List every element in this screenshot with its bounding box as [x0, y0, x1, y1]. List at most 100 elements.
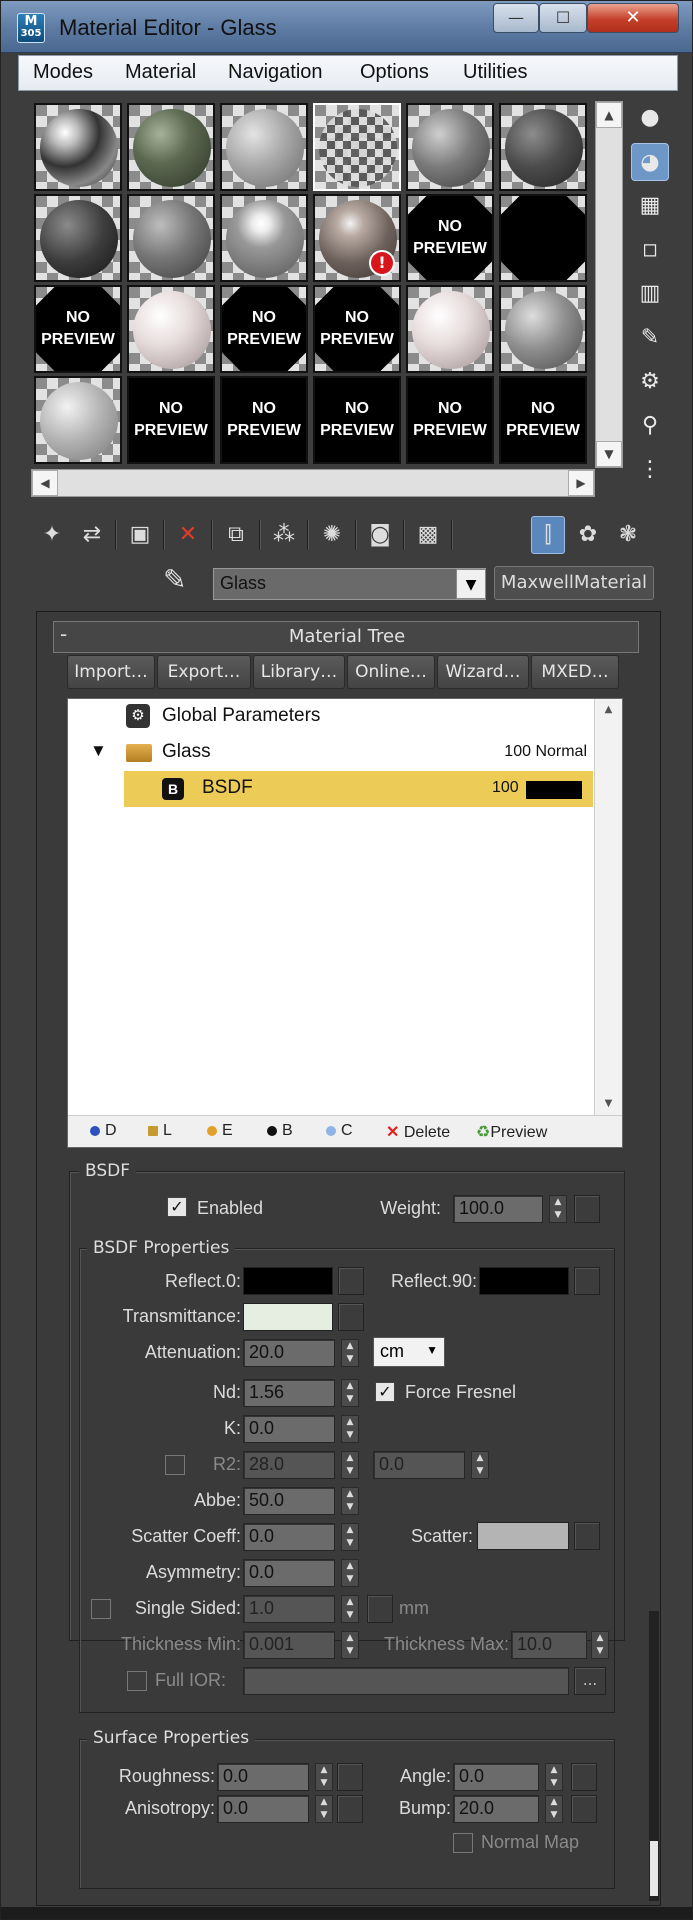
full-ior-path-field[interactable] — [243, 1667, 569, 1695]
minimize-button[interactable]: — — [493, 3, 539, 33]
roughness-spinner[interactable]: ▲ ▼ — [315, 1763, 333, 1791]
expand-triangle-icon[interactable]: ▼ — [90, 741, 107, 761]
sample-slot[interactable] — [34, 376, 122, 464]
thickness-max-spinner[interactable]: ▲ ▼ — [591, 1631, 609, 1659]
sample-slot[interactable] — [220, 103, 308, 191]
make-unique-icon[interactable]: ⧉ — [219, 516, 253, 554]
weight-map-button[interactable] — [574, 1195, 600, 1223]
scrollbar-thumb[interactable] — [650, 1841, 658, 1896]
k-field[interactable]: 0.0 — [243, 1415, 335, 1443]
sample-slot[interactable] — [127, 194, 215, 282]
abbe-field[interactable]: 50.0 — [243, 1487, 335, 1515]
scroll-right-arrow-icon[interactable]: ▶ — [568, 470, 594, 496]
single-sided-checkbox[interactable] — [91, 1599, 111, 1619]
chevron-down-icon[interactable]: ▼ — [456, 569, 486, 599]
r2-spinner-b[interactable]: ▲ ▼ — [471, 1451, 489, 1479]
add-b-button[interactable]: B — [267, 1122, 293, 1140]
scatter-swatch[interactable] — [477, 1522, 569, 1550]
title-bar[interactable]: M 305 Material Editor - Glass — ☐ ✕ — [1, 1, 692, 53]
make-preview-icon[interactable]: ✎ — [631, 319, 669, 357]
sample-uv-tiling-icon[interactable]: ◽ — [631, 231, 669, 269]
add-c-button[interactable]: C — [326, 1122, 353, 1140]
sample-slot[interactable] — [34, 103, 122, 191]
eyedropper-icon[interactable]: ✎ — [163, 563, 186, 596]
scatter-coeff-spinner[interactable]: ▲ ▼ — [341, 1523, 359, 1551]
sample-slot[interactable] — [127, 285, 215, 373]
nd-field[interactable]: 1.56 — [243, 1379, 335, 1407]
anisotropy-spinner[interactable]: ▲ ▼ — [315, 1795, 333, 1823]
unit-dropdown[interactable]: cm ▼ — [373, 1337, 445, 1367]
menu-navigation[interactable]: Navigation — [228, 61, 323, 84]
show-shaded-map-icon[interactable]: ◙ — [363, 516, 397, 554]
sample-slot[interactable] — [499, 194, 587, 282]
delete-button[interactable]: ✕ Delete — [386, 1122, 450, 1142]
select-by-material-icon[interactable]: ⚲ — [631, 407, 669, 445]
normal-map-checkbox[interactable] — [453, 1833, 473, 1853]
material-map-navigator-icon[interactable]: ⋮ — [631, 451, 669, 489]
maximize-button[interactable]: ☐ — [539, 3, 587, 33]
sample-slot[interactable] — [34, 194, 122, 282]
menu-options[interactable]: Options — [360, 61, 429, 84]
sample-type-sphere-icon[interactable]: ● — [631, 99, 669, 137]
go-to-parent-icon[interactable]: ⫿ — [531, 516, 565, 554]
bump-spinner[interactable]: ▲ ▼ — [545, 1795, 563, 1823]
tree-vertical-scrollbar[interactable]: ▲ ▼ — [594, 699, 622, 1115]
go-forward-sibling-icon[interactable]: ✿ — [571, 516, 605, 554]
material-id-channel-icon[interactable]: ✺ — [315, 516, 349, 554]
browse-ior-button[interactable]: ... — [574, 1667, 606, 1695]
attenuation-field[interactable]: 20.0 — [243, 1339, 335, 1367]
scroll-up-arrow-icon[interactable]: ▲ — [595, 699, 622, 721]
roughness-map-button[interactable] — [337, 1763, 363, 1791]
material-name-field[interactable]: Glass — [213, 568, 486, 600]
tree-row-glass[interactable]: ▼ Glass 100 Normal — [68, 735, 593, 771]
put-to-scene-icon[interactable]: ⇄ — [75, 516, 109, 554]
angle-map-button[interactable] — [571, 1763, 597, 1791]
sample-slot[interactable]: NO PREVIEW — [313, 376, 401, 464]
roughness-field[interactable]: 0.0 — [217, 1763, 309, 1791]
weight-spinner[interactable]: ▲ ▼ — [549, 1195, 567, 1223]
tree-row-global-parameters[interactable]: ⚙ Global Parameters — [68, 699, 593, 735]
full-ior-checkbox[interactable] — [127, 1671, 147, 1691]
mxed-button[interactable]: MXED… — [531, 655, 619, 689]
library-button[interactable]: Library… — [253, 655, 345, 689]
export-button[interactable]: Export… — [157, 655, 251, 689]
transmittance-map-button[interactable] — [338, 1303, 364, 1331]
menu-modes[interactable]: Modes — [33, 61, 93, 84]
transmittance-swatch[interactable] — [243, 1303, 333, 1331]
sample-slot-active[interactable] — [313, 103, 401, 191]
reflect0-swatch[interactable] — [243, 1267, 333, 1295]
single-sided-spinner[interactable]: ▲ ▼ — [341, 1595, 359, 1623]
sample-slot[interactable]: NO PREVIEW — [499, 376, 587, 464]
sample-slot[interactable]: NO PREVIEW — [220, 376, 308, 464]
angle-spinner[interactable]: ▲ ▼ — [545, 1763, 563, 1791]
bump-field[interactable]: 20.0 — [453, 1795, 539, 1823]
material-tree-rollout-header[interactable]: - Material Tree — [53, 621, 639, 653]
reflect90-swatch[interactable] — [479, 1267, 569, 1295]
thickness-min-spinner[interactable]: ▲ ▼ — [341, 1631, 359, 1659]
anisotropy-map-button[interactable] — [337, 1795, 363, 1823]
r2-field-b[interactable]: 0.0 — [373, 1451, 465, 1479]
options-icon[interactable]: ⚙ — [631, 363, 669, 401]
video-color-check-icon[interactable]: ▥ — [631, 275, 669, 313]
sample-slot[interactable] — [406, 285, 494, 373]
menu-material[interactable]: Material — [125, 61, 196, 84]
sample-slot[interactable]: NO PREVIEW — [34, 285, 122, 373]
reflect0-map-button[interactable] — [338, 1267, 364, 1295]
reflect90-map-button[interactable] — [574, 1267, 600, 1295]
sample-slot[interactable] — [127, 103, 215, 191]
sample-slot[interactable]: NO PREVIEW — [406, 194, 494, 282]
thickness-min-field[interactable]: 0.001 — [243, 1631, 335, 1659]
single-sided-field[interactable]: 1.0 — [243, 1595, 335, 1623]
k-spinner[interactable]: ▲ ▼ — [341, 1415, 359, 1443]
abbe-spinner[interactable]: ▲ ▼ — [341, 1487, 359, 1515]
material-type-button[interactable]: MaxwellMaterial — [494, 566, 654, 600]
sample-slot[interactable]: NO PREVIEW — [127, 376, 215, 464]
single-sided-map-button[interactable] — [367, 1595, 393, 1623]
slots-vertical-scrollbar[interactable]: ▲ ▼ — [595, 101, 623, 468]
nd-spinner[interactable]: ▲ ▼ — [341, 1379, 359, 1407]
background-checker-icon[interactable]: ▦ — [631, 187, 669, 225]
reset-map-icon[interactable]: ✕ — [171, 516, 205, 554]
enabled-checkbox[interactable]: ✓ — [167, 1197, 187, 1217]
pick-material-icon[interactable]: ❃ — [611, 516, 645, 554]
r2-field-a[interactable]: 28.0 — [243, 1451, 335, 1479]
